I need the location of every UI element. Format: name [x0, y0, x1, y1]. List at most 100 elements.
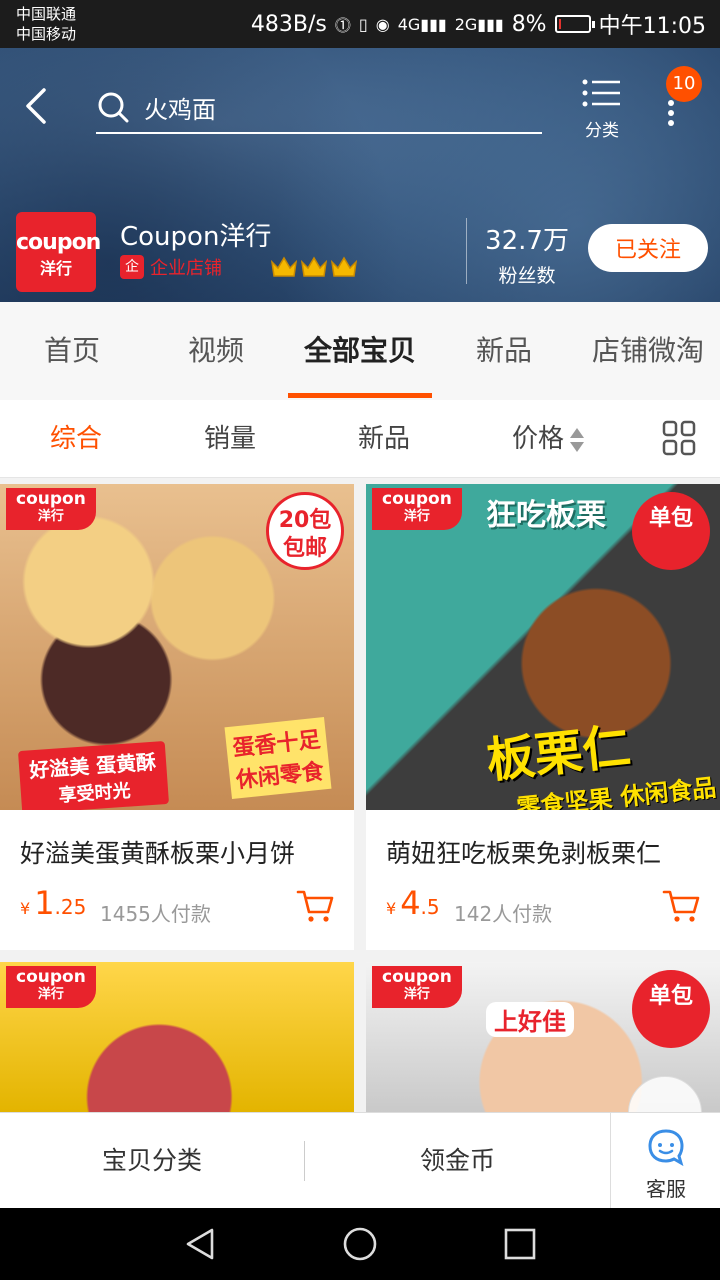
nav-back-icon[interactable]	[182, 1226, 218, 1262]
product-banner: 好溢美 蛋黄酥 享受时光	[17, 740, 169, 810]
brand-tag-text-1: coupon	[16, 489, 86, 509]
tab-new[interactable]: 新品	[432, 302, 576, 400]
shop-logo-text-2: 洋行	[39, 259, 72, 278]
tab-all-items[interactable]: 全部宝贝	[288, 302, 432, 400]
status-indicators: 483B/s ⓵ ▯ ◉ 4G▮▮▮ 2G▮▮▮ 8% 中午11:05	[251, 0, 706, 48]
promo-badge: 20包 包邮	[266, 492, 344, 570]
bottom-action-bar: 宝贝分类 领金币 客服	[0, 1112, 720, 1209]
customer-service-button[interactable]: 客服	[612, 1113, 720, 1209]
search-input[interactable]	[144, 90, 524, 124]
brand-tag: coupon 洋行	[6, 488, 96, 530]
clock: 中午11:05	[598, 14, 706, 39]
brand-tag-text-2: 洋行	[403, 987, 430, 1002]
enterprise-label: 企业店铺	[150, 258, 222, 279]
product-title[interactable]: 好溢美蛋黄酥板栗小月饼	[20, 834, 350, 870]
customer-service-label: 客服	[646, 1177, 686, 1201]
product-price: ¥1.25	[20, 884, 86, 922]
product-card[interactable]: coupon 洋行	[0, 962, 354, 1112]
fans-number: 32.7万	[485, 226, 569, 256]
nav-home-icon[interactable]	[342, 1226, 378, 1262]
signal-4g-label: 4G	[397, 14, 421, 34]
brand-tag-text-2: 洋行	[403, 509, 430, 524]
fans-label: 粉丝数	[498, 265, 556, 287]
category-label: 分类	[585, 121, 619, 141]
enterprise-badge: 企 企业店铺	[120, 254, 222, 280]
product-banner-text: 蛋香十足 休闲零食	[224, 716, 332, 800]
promo-badge: 单包	[632, 970, 710, 1048]
chat-bubble-icon	[648, 1129, 684, 1167]
signal-2g-label: 2G	[454, 14, 478, 34]
shop-logo[interactable]: coupon 洋行	[16, 212, 101, 292]
price-decimal: .25	[54, 895, 87, 919]
shop-name[interactable]: Coupon洋行	[120, 216, 271, 253]
search-bar[interactable]	[96, 86, 542, 134]
get-coins-button[interactable]: 领金币	[305, 1113, 610, 1209]
sort-price[interactable]: 价格	[512, 400, 585, 478]
fans-count: 32.7万 粉丝数	[472, 220, 582, 288]
tab-weitao[interactable]: 店铺微淘	[576, 302, 720, 400]
add-to-cart-icon[interactable]	[296, 888, 334, 924]
price-currency: ¥	[20, 899, 31, 918]
brand-tag-text-1: coupon	[382, 489, 452, 509]
tab-home[interactable]: 首页	[0, 302, 144, 400]
status-bar: 中国联通 中国移动 483B/s ⓵ ▯ ◉ 4G▮▮▮ 2G▮▮▮ 8% 中午…	[0, 0, 720, 48]
signal-4g-icon: 4G▮▮▮	[397, 14, 447, 34]
search-icon	[98, 92, 129, 123]
price-decimal: .5	[420, 895, 440, 919]
message-count-badge: 10	[666, 66, 702, 102]
product-title[interactable]: 萌妞狂吃板栗免剥板栗仁	[386, 834, 716, 870]
price-integer: 1	[34, 884, 55, 922]
item-category-button[interactable]: 宝贝分类	[0, 1113, 304, 1209]
brand-tag-text-2: 洋行	[37, 509, 64, 524]
app-screen: 中国联通 中国移动 483B/s ⓵ ▯ ◉ 4G▮▮▮ 2G▮▮▮ 8% 中午…	[0, 0, 720, 1280]
carrier-2: 中国移动	[16, 25, 77, 43]
product-price: ¥4.5	[386, 884, 440, 922]
sort-bar: 综合 销量 新品 价格	[0, 400, 720, 478]
back-arrow-icon[interactable]	[20, 86, 56, 126]
crown-icon	[330, 256, 358, 277]
crown-icon	[300, 256, 328, 277]
brand-tag-text-1: coupon	[382, 967, 452, 987]
shop-tabs: 首页 视频 全部宝贝 新品 店铺微淘	[0, 302, 720, 400]
brand-tag-text-2: 洋行	[37, 987, 64, 1002]
grid-view-icon[interactable]	[662, 420, 696, 456]
sort-sales[interactable]: 销量	[204, 400, 256, 478]
header-divider	[466, 218, 467, 284]
sort-comprehensive[interactable]: 综合	[50, 400, 102, 478]
price-integer: 4	[400, 884, 421, 922]
carrier-1: 中国联通	[16, 5, 77, 23]
sold-count: 1455人付款	[100, 902, 211, 926]
data-saver-icon: ⓵	[334, 16, 351, 35]
promo-badge: 单包	[632, 492, 710, 570]
brand-tag-text-1: coupon	[16, 967, 86, 987]
signal-2g-icon: 2G▮▮▮	[454, 14, 504, 34]
tab-video[interactable]: 视频	[144, 302, 288, 400]
sort-new[interactable]: 新品	[358, 400, 410, 478]
net-speed: 483B/s	[250, 11, 327, 37]
list-icon	[582, 79, 620, 107]
product-card[interactable]: coupon 洋行 20包 包邮 好溢美 蛋黄酥 享受时光 蛋香十足 休闲零食 …	[0, 484, 354, 950]
package-title: 上好佳	[486, 1002, 574, 1037]
vibrate-icon: ▯	[358, 14, 368, 34]
product-image[interactable]: coupon 洋行 20包 包邮 好溢美 蛋黄酥 享受时光 蛋香十足 休闲零食	[0, 484, 354, 810]
brand-tag: coupon 洋行	[372, 966, 462, 1008]
brand-tag: coupon 洋行	[372, 488, 462, 530]
sort-price-label: 价格	[512, 424, 565, 454]
enterprise-icon: 企	[120, 255, 144, 279]
product-image[interactable]: coupon 洋行	[0, 962, 354, 1112]
add-to-cart-icon[interactable]	[662, 888, 700, 924]
more-menu-button[interactable]	[660, 100, 682, 126]
carrier-info: 中国联通 中国移动	[16, 4, 76, 44]
product-card[interactable]: 狂吃板栗 coupon 洋行 单包 板栗仁 零食坚果 休闲食品 萌妞狂吃板栗免剥…	[366, 484, 720, 950]
follow-button[interactable]: 已关注	[588, 224, 708, 272]
eye-comfort-icon: ◉	[375, 14, 390, 34]
system-nav-bar	[0, 1208, 720, 1280]
package-title: 狂吃板栗	[486, 498, 606, 533]
category-button[interactable]: 分类	[576, 78, 628, 148]
product-image[interactable]: 狂吃板栗 coupon 洋行 单包 板栗仁 零食坚果 休闲食品	[366, 484, 720, 810]
nav-recents-icon[interactable]	[502, 1226, 538, 1262]
crown-icon	[270, 256, 298, 277]
battery-icon	[554, 15, 595, 33]
battery-percent: 8%	[511, 11, 547, 37]
shop-header: 分类 10 coupon 洋行 Coupon洋行 企 企业店铺 32.7万 粉丝…	[0, 48, 720, 302]
